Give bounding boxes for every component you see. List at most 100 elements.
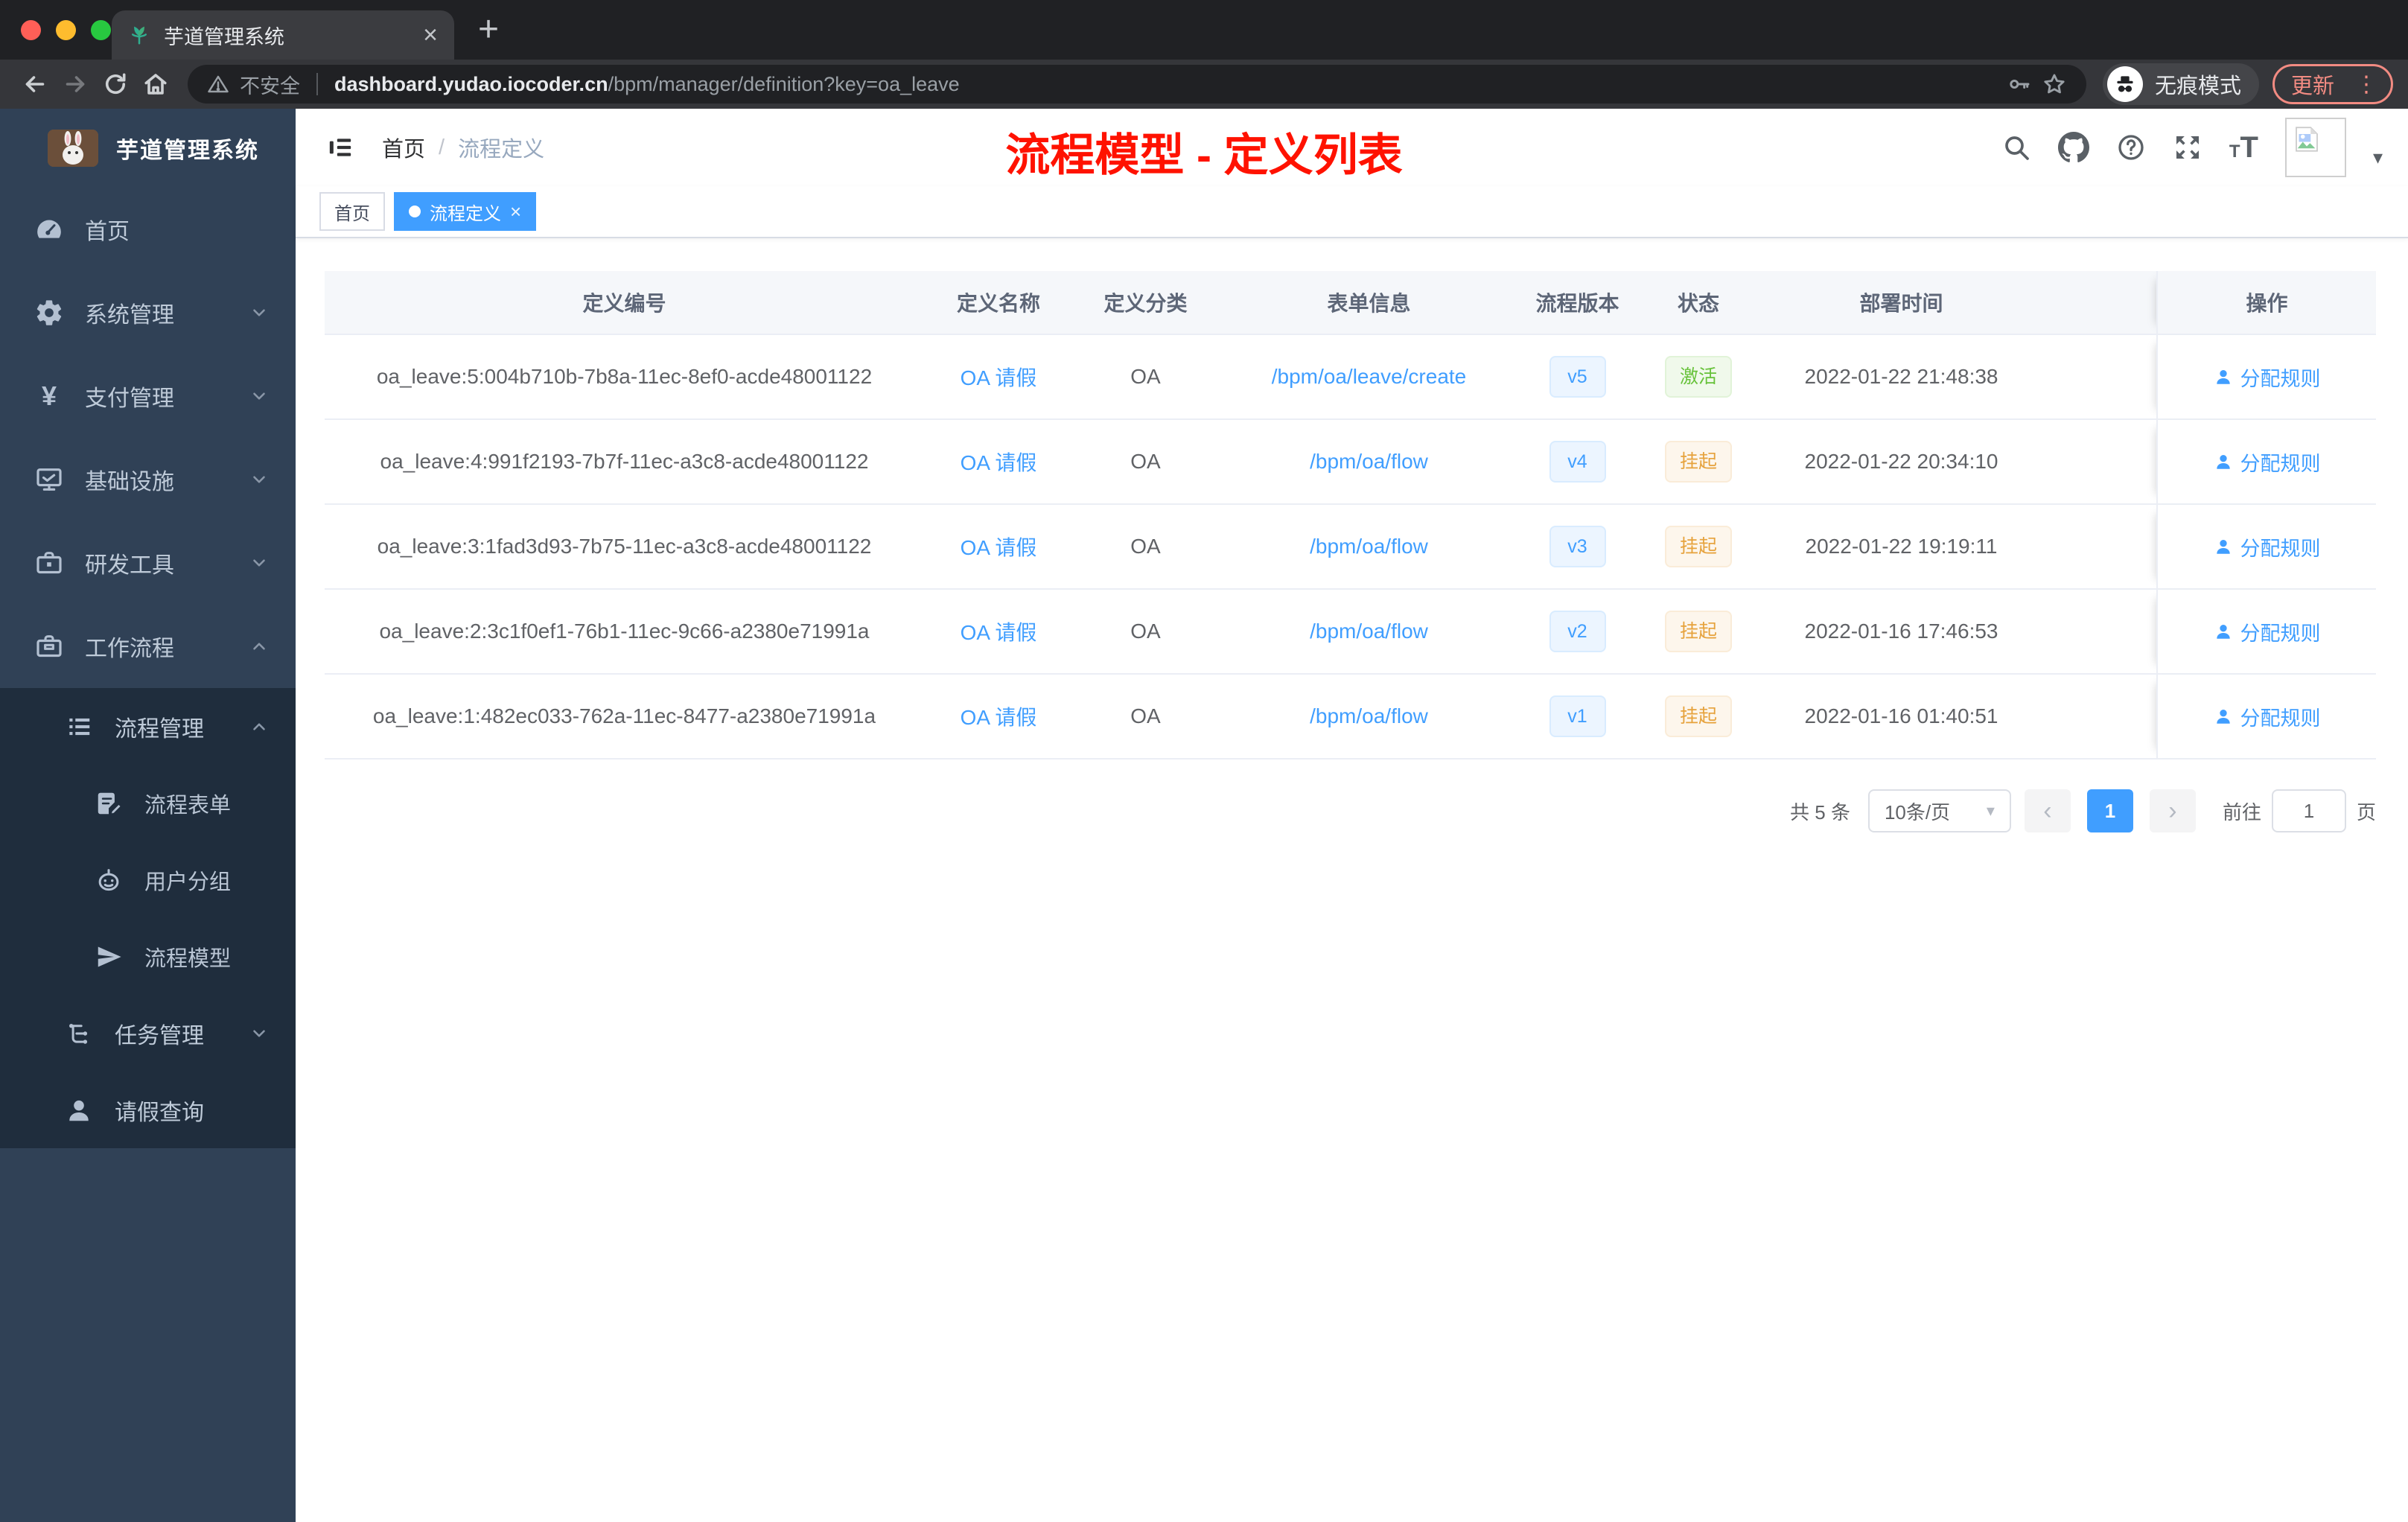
sidebar: 芋道管理系统 首页 系统管理 ¥ 支付管理 基础设施 研发工具 工作流程 流程管… [0,109,296,1522]
form-link[interactable]: /bpm/oa/leave/create [1272,365,1467,389]
col-filler [2041,271,2156,334]
sidebar-item-devtools[interactable]: 研发工具 [0,521,296,605]
sidebar-item-process-model[interactable]: 流程模型 [0,918,296,995]
security-label[interactable]: 不安全 [240,70,300,99]
forward-icon[interactable] [55,64,95,104]
sidebar-item-infrastructure[interactable]: 基础设施 [0,438,296,521]
tab-title: 芋道管理系统 [164,25,284,48]
url-text[interactable]: dashboard.yudao.iocoder.cn/bpm/manager/d… [334,73,960,96]
goto-page-input[interactable] [2271,789,2346,832]
url-separator [316,73,318,95]
minimize-window-button[interactable] [56,20,76,40]
prev-page-button[interactable]: ‹ [2024,789,2071,832]
bookmark-star-icon[interactable] [2042,71,2067,97]
breadcrumb-current: 流程定义 [458,138,545,162]
sidebar-item-task-management[interactable]: 任务管理 [0,995,296,1072]
chevron-down-icon [249,470,269,489]
assign-rule-button[interactable]: 分配规则 [2214,532,2321,561]
col-status: 状态 [1677,292,1719,315]
font-size-icon[interactable]: TT [2229,131,2258,165]
sidebar-menu: 首页 系统管理 ¥ 支付管理 基础设施 研发工具 工作流程 流程管理 流程表单 … [0,188,296,1148]
avatar[interactable] [2284,118,2346,177]
workflow-submenu: 流程管理 流程表单 用户分组 流程模型 任务管理 请假查询 [0,688,296,1148]
browser-tab[interactable]: 芋道管理系统 × [112,10,454,60]
chrome-update-button[interactable]: 更新 ⋮ [2272,64,2393,104]
back-icon[interactable] [15,64,55,104]
form-link[interactable]: /bpm/oa/flow [1310,704,1428,728]
sidebar-item-label: 基础设施 [85,470,174,494]
sidebar-item-process-form[interactable]: 流程表单 [0,765,296,841]
chevron-up-icon [249,637,269,656]
paper-plane-icon [92,943,125,971]
definition-name-link[interactable]: OA 请假 [961,532,1037,561]
assign-rule-button[interactable]: 分配规则 [2214,448,2321,477]
page-1-button[interactable]: 1 [2086,789,2133,832]
form-link[interactable]: /bpm/oa/flow [1310,535,1428,558]
zoom-window-button[interactable] [91,20,111,40]
help-icon[interactable] [2116,133,2146,162]
sidebar-item-system[interactable]: 系统管理 [0,271,296,354]
next-page-button[interactable]: › [2149,789,2196,832]
assign-rule-button[interactable]: 分配规则 [2214,617,2321,646]
incognito-badge: 无痕模式 [2102,63,2259,105]
screen: 芋道管理系统 × + 不安全 dashboard.yudao.iocoder.c… [0,0,2408,1522]
status-badge: 激活 [1664,356,1732,398]
person-icon [2216,710,2230,724]
breadcrumb-home[interactable]: 首页 [382,132,425,163]
table-header: 定义编号 定义名称 定义分类 表单信息 流程版本 状态 部署时间 操作 [325,271,2376,335]
status-badge: 挂起 [1664,526,1732,567]
definition-table: 定义编号 定义名称 定义分类 表单信息 流程版本 状态 部署时间 操作 oa_l… [325,271,2376,760]
sidebar-item-label: 工作流程 [85,637,174,661]
logo-avatar [48,130,98,167]
update-label: 更新 [2290,74,2334,98]
assign-rule-button[interactable]: 分配规则 [2214,702,2321,731]
table-row: oa_leave:5:004b710b-7b8a-11ec-8ef0-acde4… [325,335,2376,420]
tag-home[interactable]: 首页 [319,192,385,231]
tag-process-definition[interactable]: 流程定义 × [394,192,537,231]
sidebar-item-label: 研发工具 [85,553,174,578]
sidebar-item-payment[interactable]: ¥ 支付管理 [0,354,296,438]
search-icon[interactable] [2001,133,2031,162]
form-link[interactable]: /bpm/oa/flow [1310,620,1428,643]
avatar-caret-icon[interactable]: ▾ [2373,146,2383,169]
tab-close-icon[interactable]: × [423,22,438,48]
url-bar[interactable]: 不安全 dashboard.yudao.iocoder.cn/bpm/manag… [188,65,2086,104]
sidebar-item-leave-query[interactable]: 请假查询 [0,1072,296,1148]
cell-category: OA [1130,365,1161,388]
pagination-total: 共 5 条 [1790,800,1850,824]
chevron-up-icon [249,717,269,736]
fullscreen-icon[interactable] [2173,133,2202,162]
key-icon[interactable] [2007,72,2031,96]
tag-close-icon[interactable]: × [510,200,521,223]
form-link[interactable]: /bpm/oa/flow [1310,450,1428,474]
tag-label: 首页 [334,203,370,224]
sidebar-item-process-management[interactable]: 流程管理 [0,688,296,765]
app: 芋道管理系统 首页 系统管理 ¥ 支付管理 基础设施 研发工具 工作流程 流程管… [0,109,2408,1522]
version-badge: v4 [1549,441,1606,483]
sidebar-item-user-group[interactable]: 用户分组 [0,841,296,918]
sidebar-item-label: 系统管理 [85,303,174,328]
close-window-button[interactable] [21,20,41,40]
browser-menu-icon[interactable]: ⋮ [2349,71,2383,98]
cell-deploy-time: 2022-01-22 20:34:10 [1804,450,1998,473]
definition-name-link[interactable]: OA 请假 [961,617,1037,646]
home-icon[interactable] [136,64,176,104]
assign-rule-button[interactable]: 分配规则 [2214,363,2321,392]
version-badge: v1 [1549,695,1606,737]
sidebar-item-workflow[interactable]: 工作流程 [0,605,296,688]
page-size-select[interactable]: 10条/页 ▾ [1867,789,2011,832]
definition-name-link[interactable]: OA 请假 [961,447,1037,477]
github-icon[interactable] [2057,132,2089,163]
tags-view: 首页 流程定义 × [296,186,2408,238]
cell-definition-id: oa_leave:4:991f2193-7b7f-11ec-a3c8-acde4… [380,450,869,473]
sidebar-item-home[interactable]: 首页 [0,188,296,271]
org-tree-icon [63,1019,95,1048]
sidebar-logo[interactable]: 芋道管理系统 [0,109,296,188]
not-secure-icon [207,73,229,95]
definition-name-link[interactable]: OA 请假 [961,362,1037,392]
new-tab-button[interactable]: + [478,12,499,48]
definition-name-link[interactable]: OA 请假 [961,701,1037,731]
reload-icon[interactable] [95,64,136,104]
sidebar-toggle-icon[interactable] [325,133,355,162]
form-edit-icon [92,789,125,818]
